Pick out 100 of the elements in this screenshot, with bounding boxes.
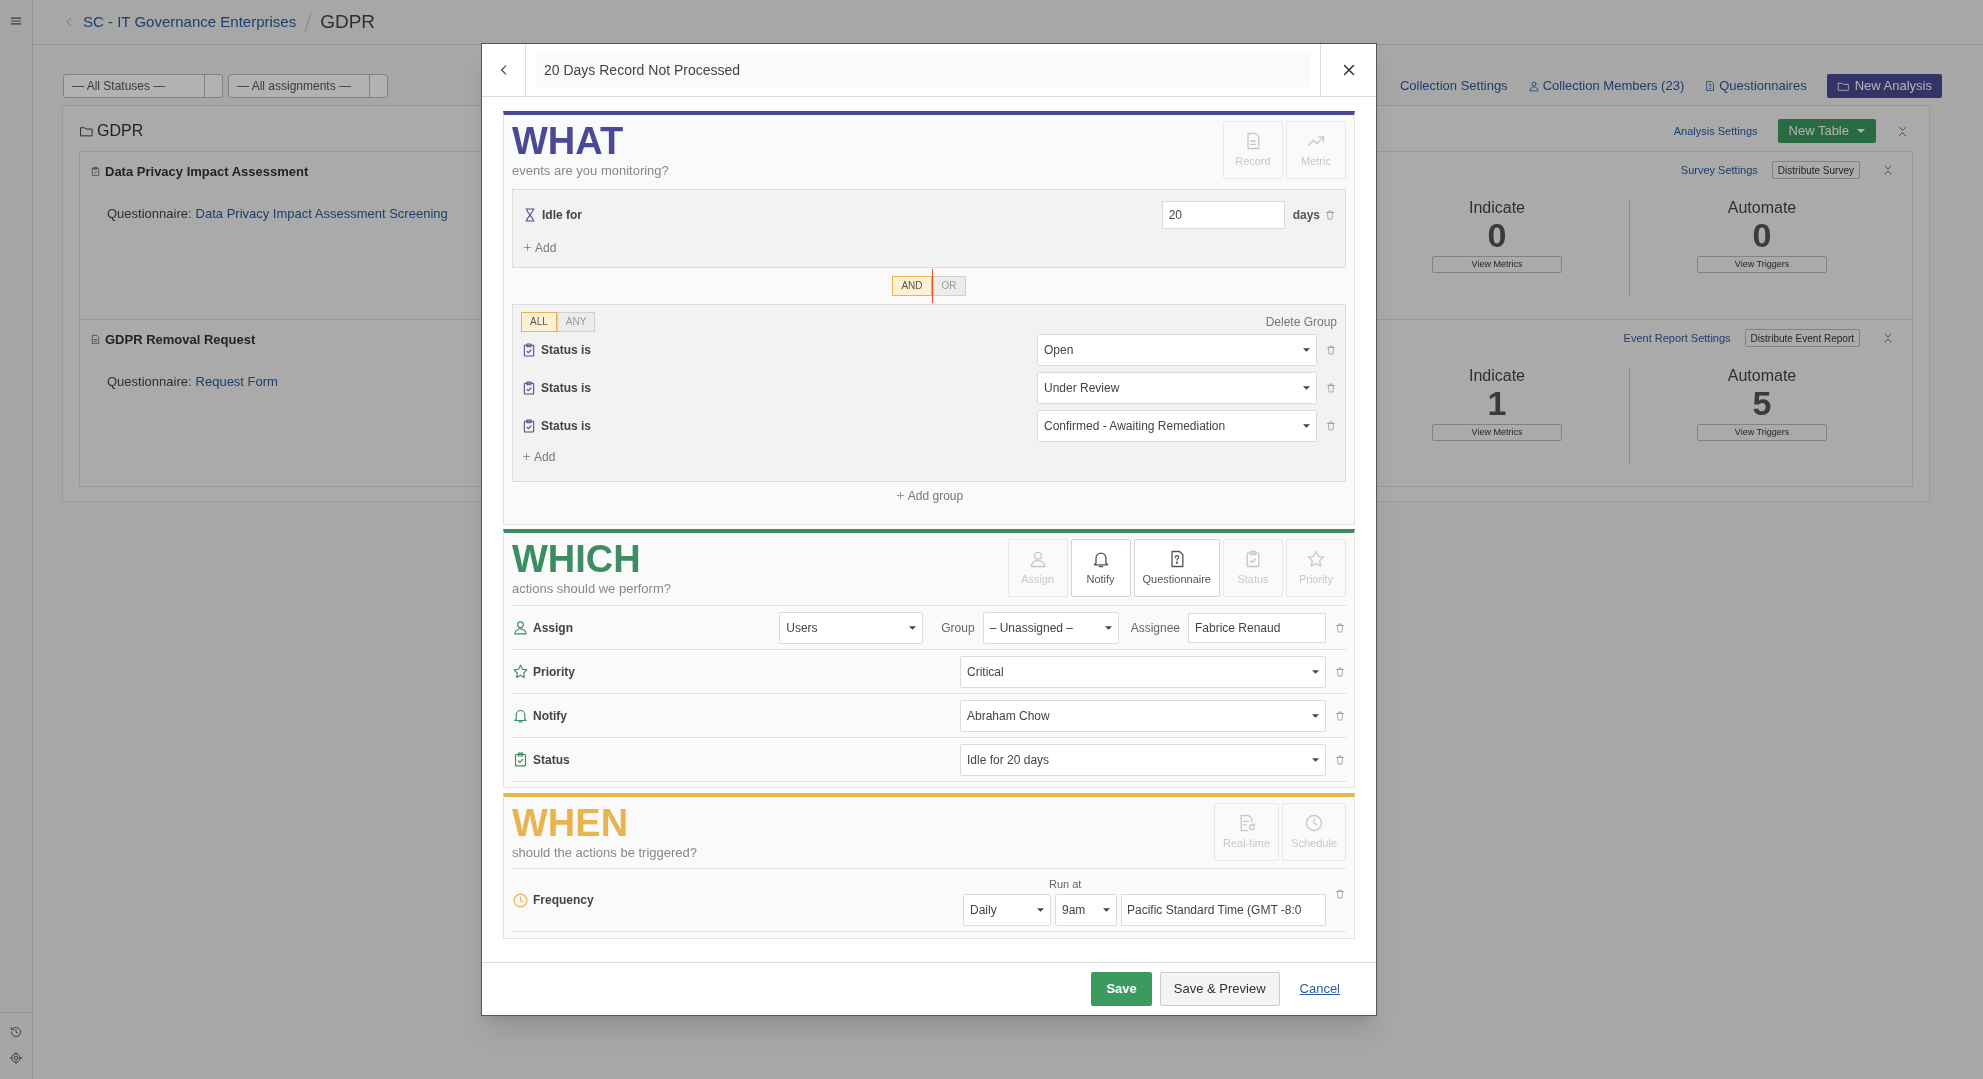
clock-icon bbox=[1304, 812, 1325, 833]
add-button[interactable]: Add bbox=[522, 238, 557, 257]
menu-icon bbox=[9, 14, 23, 28]
condition-label: Idle for bbox=[542, 206, 582, 224]
type-button[interactable]: Notify bbox=[1070, 539, 1131, 597]
action-label: Status bbox=[533, 751, 570, 769]
cancel-link[interactable]: Cancel bbox=[1299, 979, 1340, 999]
save-preview-button[interactable]: Save & Preview bbox=[1159, 972, 1280, 1006]
collapse-icon bbox=[1882, 164, 1894, 176]
questionnaire-link[interactable]: Request Form bbox=[195, 371, 278, 391]
page-title: GDPR bbox=[320, 9, 376, 34]
section-heading: WHEN bbox=[512, 803, 630, 843]
delete-group-link[interactable]: Delete Group bbox=[1265, 312, 1337, 331]
breadcrumb-separator bbox=[304, 11, 313, 33]
add-button[interactable]: Add bbox=[521, 447, 556, 466]
field-label: Group bbox=[941, 619, 975, 637]
timezone-field[interactable]: Pacific Standard Time (GMT -8:0 bbox=[1121, 894, 1326, 927]
caret-icon bbox=[1037, 908, 1044, 913]
toolbar-link[interactable]: Collection Members (23) bbox=[1527, 76, 1685, 96]
time-dropdown[interactable]: 9am bbox=[1055, 894, 1117, 927]
trash-icon bbox=[1325, 419, 1337, 432]
trash-icon bbox=[1334, 887, 1346, 900]
new-table-button[interactable]: New Table bbox=[1777, 119, 1876, 143]
settings-link[interactable]: Survey Settings bbox=[1680, 161, 1758, 179]
caret-icon bbox=[1312, 713, 1319, 718]
run-at-label: Run at bbox=[1049, 876, 1082, 892]
trash-icon bbox=[1325, 381, 1337, 394]
settings-link[interactable]: Analysis Settings bbox=[1673, 122, 1758, 140]
clipboard-check-icon bbox=[521, 379, 537, 396]
filter-dropdown[interactable]: — All assignments — bbox=[228, 74, 388, 98]
question-document-icon bbox=[1704, 80, 1717, 92]
condition-label: Status is bbox=[541, 341, 591, 359]
star-icon bbox=[1306, 548, 1326, 569]
view-button[interactable]: View Triggers bbox=[1697, 424, 1827, 441]
assign-type-dropdown[interactable]: Users bbox=[779, 611, 924, 644]
trash-icon bbox=[1334, 665, 1346, 678]
questionnaire-label: Questionnaire: bbox=[107, 372, 192, 391]
trash-icon bbox=[1325, 343, 1337, 356]
field-label: Assignee bbox=[1130, 619, 1180, 637]
filter-dropdown[interactable]: — All Statuses — bbox=[63, 74, 223, 98]
section-heading: WHICH bbox=[512, 539, 642, 579]
collapse-icon bbox=[1896, 124, 1909, 138]
star-icon bbox=[512, 663, 529, 680]
section-heading: WHAT bbox=[512, 121, 625, 161]
document-icon bbox=[90, 334, 101, 346]
settings-icon bbox=[9, 1051, 23, 1065]
frequency-dropdown[interactable]: Daily bbox=[963, 894, 1051, 927]
stat-label: Automate bbox=[1727, 367, 1797, 385]
caret-icon bbox=[1103, 908, 1110, 913]
history-icon bbox=[9, 1025, 23, 1039]
settings-link[interactable]: Event Report Settings bbox=[1623, 329, 1731, 347]
trash-icon bbox=[1334, 621, 1346, 634]
caret-icon bbox=[1303, 385, 1310, 390]
view-button[interactable]: View Metrics bbox=[1432, 424, 1562, 441]
new-analysis-button[interactable]: New Analysis bbox=[1826, 74, 1942, 98]
distribute-button[interactable]: Distribute Event Report bbox=[1744, 329, 1860, 347]
caret-icon bbox=[909, 625, 917, 630]
breadcrumb-link[interactable]: SC - IT Governance Enterprises bbox=[83, 10, 297, 34]
action-label: Notify bbox=[533, 707, 567, 725]
clipboard-check-icon bbox=[521, 417, 537, 434]
type-button[interactable]: Questionnaire bbox=[1133, 539, 1220, 597]
section-subheading: actions should we perform? bbox=[512, 580, 671, 598]
status-dropdown[interactable]: Confirmed - Awaiting Remediation bbox=[1037, 409, 1317, 442]
condition-label: Status is bbox=[541, 417, 591, 435]
toolbar-link[interactable]: Collection Settings bbox=[1399, 76, 1508, 96]
view-button[interactable]: View Triggers bbox=[1697, 256, 1827, 273]
trash-icon bbox=[1334, 753, 1346, 766]
view-button[interactable]: View Metrics bbox=[1432, 256, 1562, 273]
plus-icon bbox=[894, 490, 906, 501]
person-icon bbox=[1527, 80, 1540, 92]
title-field[interactable]: 20 Days Record Not Processed bbox=[536, 53, 1310, 87]
status-dropdown[interactable]: Open bbox=[1037, 333, 1317, 366]
section-subheading: events are you monitoring? bbox=[512, 162, 669, 180]
stat-value: 5 bbox=[1752, 385, 1772, 421]
notify-dropdown[interactable]: Abraham Chow bbox=[960, 699, 1326, 732]
toggle-option[interactable]: AND bbox=[892, 275, 932, 296]
save-button[interactable]: Save bbox=[1091, 972, 1152, 1006]
add-button[interactable]: Add group bbox=[894, 486, 964, 505]
idle-days-field[interactable]: 20 bbox=[1161, 200, 1285, 229]
caret-icon bbox=[1104, 625, 1112, 630]
priority-dropdown[interactable]: Critical bbox=[960, 655, 1326, 688]
clipboard-check-icon bbox=[512, 751, 529, 768]
plus-icon bbox=[522, 242, 533, 253]
stat-value: 0 bbox=[1752, 217, 1772, 253]
action-label: Priority bbox=[533, 663, 575, 681]
unit-label: days bbox=[1292, 206, 1320, 224]
group-dropdown[interactable]: – Unassigned – bbox=[982, 611, 1119, 644]
toggle-option[interactable]: ALL bbox=[521, 311, 557, 332]
person-icon bbox=[512, 619, 529, 636]
caret-icon bbox=[1312, 757, 1319, 762]
toolbar-link[interactable]: Questionnaires bbox=[1704, 76, 1807, 96]
assignee-field[interactable]: Fabrice Renaud bbox=[1188, 612, 1326, 643]
status-dropdown[interactable]: Idle for 20 days bbox=[960, 743, 1326, 776]
panel-title: GDPR bbox=[97, 121, 144, 141]
stat-value: 0 bbox=[1487, 217, 1507, 253]
trash-icon bbox=[1334, 709, 1346, 722]
questionnaire-link[interactable]: Data Privacy Impact Assessment Screening bbox=[195, 203, 448, 223]
distribute-button[interactable]: Distribute Survey bbox=[1771, 161, 1860, 179]
status-dropdown[interactable]: Under Review bbox=[1037, 371, 1317, 404]
caret-icon bbox=[1303, 423, 1310, 428]
